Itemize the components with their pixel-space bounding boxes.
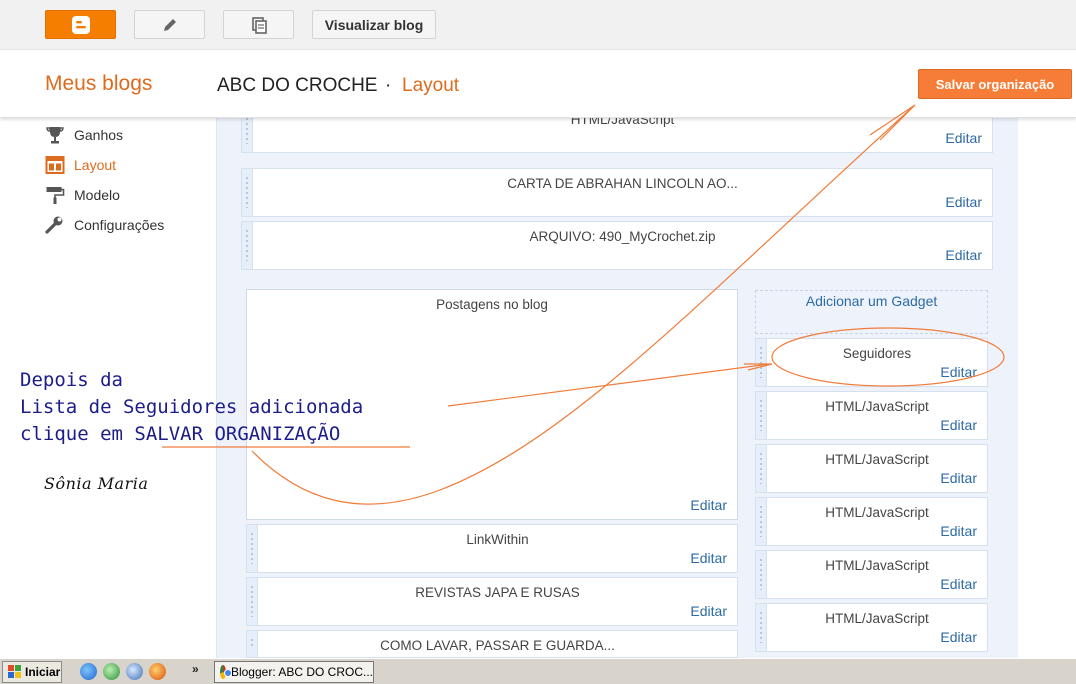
widget-html-javascript-5[interactable]: HTML/JavaScript Editar [755,603,988,652]
annotation-line-3: clique em SALVAR ORGANIZAÇÃO [20,423,340,445]
drag-handle[interactable] [247,631,258,657]
media-player-icon[interactable] [103,663,120,680]
start-label: Iniciar [25,665,61,679]
widget-revistas-japa-rusas[interactable]: REVISTAS JAPA E RUSAS Editar [246,577,738,626]
edit-link[interactable]: Editar [690,497,727,513]
widget-title: REVISTAS JAPA E RUSAS [415,585,580,600]
widget-title: Seguidores [842,346,912,361]
edit-link[interactable]: Editar [690,603,727,619]
edit-link[interactable]: Editar [940,576,977,592]
drag-handle[interactable] [242,222,253,269]
sidebar-item-label: Modelo [74,187,120,203]
widget-title: Postagens no blog [436,297,548,312]
sidebar-item-earnings[interactable]: Ganhos [45,124,123,146]
edit-link[interactable]: Editar [940,417,977,433]
wrench-icon [45,215,65,235]
drag-handle[interactable] [756,445,767,492]
sidebar-item-label: Layout [74,157,117,173]
internet-explorer-icon[interactable] [80,663,97,680]
annotation-highlight: SALVAR ORGANIZAÇÃO [134,423,341,445]
drag-handle[interactable] [756,339,767,386]
widget-followers[interactable]: Seguidores Editar [755,338,988,387]
posts-list-button[interactable] [223,10,294,39]
edit-link[interactable]: Editar [940,523,977,539]
widget-html-javascript-1[interactable]: HTML/JavaScript Editar [755,391,988,440]
widget-html-javascript-4[interactable]: HTML/JavaScript Editar [755,550,988,599]
annotation-line-3-prefix: clique em [20,423,135,445]
sidebar-item-layout[interactable]: Layout [45,154,116,176]
widget-html-javascript-2[interactable]: HTML/JavaScript Editar [755,444,988,493]
widget-title: HTML/JavaScript [825,505,929,520]
widget-html-javascript-3[interactable]: HTML/JavaScript Editar [755,497,988,546]
edit-link[interactable]: Editar [690,550,727,566]
edit-link[interactable]: Editar [940,364,977,380]
edit-link[interactable]: Editar [945,194,982,210]
widget-carta-abrahan-lincoln[interactable]: CARTA DE ABRAHAN LINCOLN AO... Editar [241,168,993,217]
drag-handle[interactable] [247,525,258,572]
author-signature: Sônia Maria [44,474,149,493]
pages-icon [251,16,267,34]
blogger-logo-icon [71,15,90,34]
pencil-icon [163,18,176,31]
drag-handle[interactable] [242,169,253,216]
quick-launch-more[interactable]: » [192,662,199,676]
widget-title: HTML/JavaScript [825,452,929,467]
my-blogs-link[interactable]: Meus blogs [45,72,152,96]
drag-handle[interactable] [756,604,767,651]
widget-linkwithin[interactable]: LinkWithin Editar [246,524,738,573]
widget-title: LinkWithin [466,532,529,547]
drag-handle[interactable] [756,392,767,439]
widget-title: HTML/JavaScript [825,611,929,626]
widget-title: HTML/JavaScript [825,399,929,414]
windows-taskbar: Iniciar » Blogger: ABC DO CROC... [0,658,1076,684]
edit-link[interactable]: Editar [945,130,982,146]
blogger-home-button[interactable] [45,10,116,39]
paint-roller-icon [45,185,65,205]
drag-handle[interactable] [247,578,258,625]
add-gadget-link[interactable]: Adicionar um Gadget [755,290,988,334]
trophy-icon [45,125,65,145]
widget-title: HTML/JavaScript [825,558,929,573]
firefox-icon[interactable] [149,663,166,680]
annotation-line-1: Depois da [20,369,123,391]
layout-icon [45,155,65,175]
windows-logo-icon [8,665,21,678]
widget-title: ARQUIVO: 490_MyCrochet.zip [529,229,716,244]
widget-como-lavar[interactable]: COMO LAVAR, PASSAR E GUARDA... [246,630,738,658]
drag-handle[interactable] [756,498,767,545]
drag-handle[interactable] [756,551,767,598]
view-blog-button[interactable]: Visualizar blog [312,10,436,39]
sidebar-item-label: Configurações [74,217,165,233]
sidebar-item-label: Ganhos [74,127,124,143]
widget-arquivo-mycrochet[interactable]: ARQUIVO: 490_MyCrochet.zip Editar [241,221,993,270]
sidebar-item-template[interactable]: Modelo [45,184,120,206]
title-separator: · [385,75,392,96]
screen: Visualizar blog Meus blogs ABC DO CROCHE… [0,0,1076,684]
start-button[interactable]: Iniciar [2,661,62,683]
page-title: Layout [402,75,460,96]
browser-shortcut-icon[interactable] [126,663,143,680]
widget-title: COMO LAVAR, PASSAR E GUARDA... [380,638,615,653]
page-header: Meus blogs ABC DO CROCHE · Layout Salvar… [0,50,1076,118]
taskbar-window-label: Blogger: ABC DO CROC... [230,665,373,679]
blogger-top-bar: Visualizar blog [0,0,1076,50]
new-post-button[interactable] [134,10,205,39]
blog-title: ABC DO CROCHE [217,75,378,96]
sidebar-item-settings[interactable]: Configurações [45,214,164,236]
edit-link[interactable]: Editar [940,470,977,486]
chrome-icon [220,665,232,679]
edit-link[interactable]: Editar [945,247,982,263]
edit-link[interactable]: Editar [940,629,977,645]
save-arrangement-button[interactable]: Salvar organização [918,69,1072,99]
taskbar-window-blogger[interactable]: Blogger: ABC DO CROC... [214,661,374,683]
annotation-line-2: Lista de Seguidores adicionada [20,396,364,418]
widget-title: CARTA DE ABRAHAN LINCOLN AO... [507,176,738,191]
